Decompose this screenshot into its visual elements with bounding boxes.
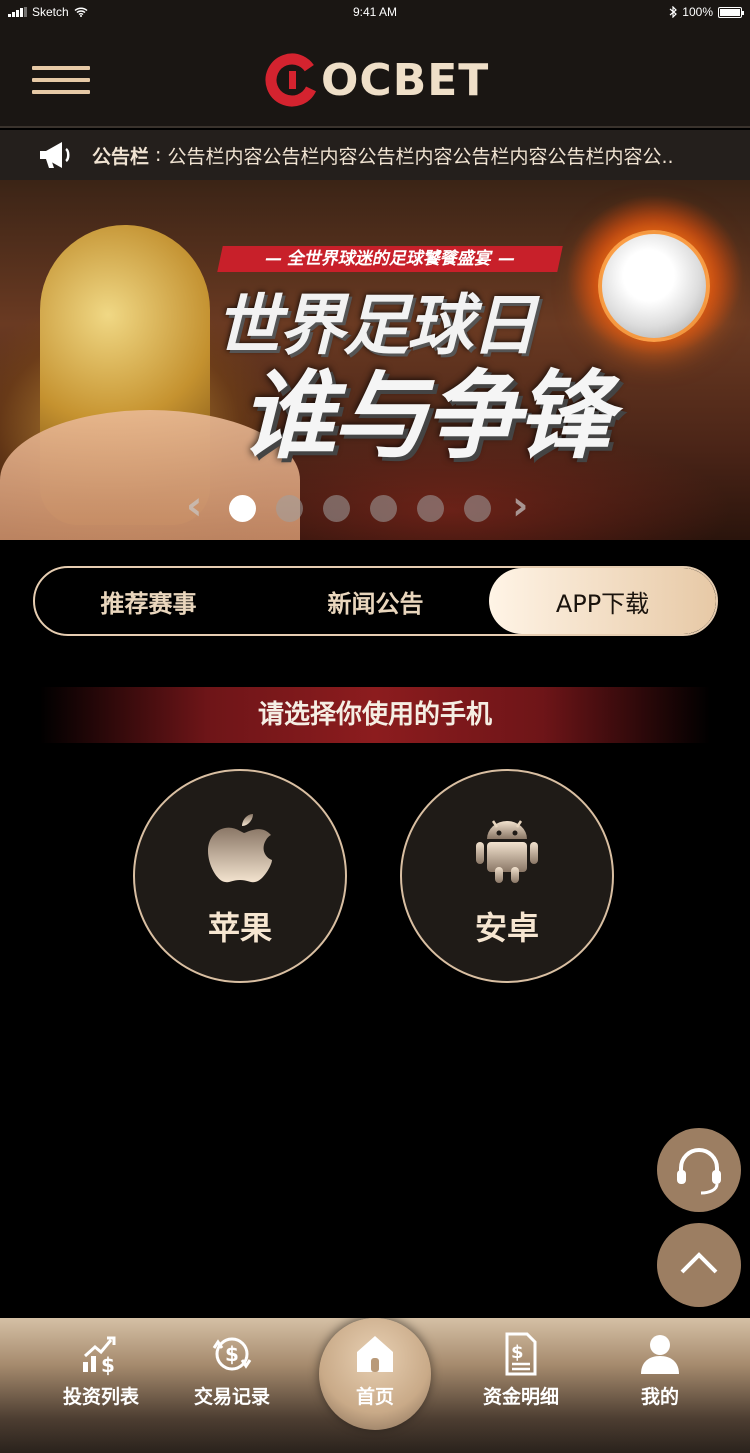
logo-c-mark [265,53,319,107]
banner-ribbon: — 全世界球迷的足球饕餮盛宴 — [217,246,563,272]
status-time: 9:41 AM [352,5,398,19]
nav-item-home[interactable]: 首页 [319,1318,431,1430]
status-bar: Sketch 9:41 AM 100% [0,0,750,26]
user-icon [641,1335,679,1374]
banner-pagination [229,495,491,522]
banner-dot[interactable] [370,495,397,522]
nav-item-transactions[interactable]: $ 交易记录 [167,1332,297,1442]
status-bar-right: 100% [669,5,744,19]
customer-service-button[interactable] [657,1128,741,1212]
menu-button[interactable] [32,66,90,96]
document-dollar-icon: $ [505,1332,537,1376]
content-tabs: 推荐赛事 新闻公告 APP下载 [33,566,718,636]
nav-item-mine[interactable]: 我的 [595,1332,725,1442]
notice-separator: : [149,144,168,166]
app-header: OCBET [0,26,750,128]
back-to-top-button[interactable] [657,1223,741,1307]
nav-item-investment-list[interactable]: $ 投资列表 [36,1332,166,1442]
android-icon [476,820,538,883]
svg-text:$: $ [225,1342,239,1366]
svg-text:$: $ [511,1342,524,1363]
apple-download-button[interactable]: 苹果 [133,769,347,983]
nav-item-funds-detail[interactable]: $ 资金明细 [456,1332,586,1442]
tab-recommended-matches[interactable]: 推荐赛事 [35,568,262,634]
headset-icon [677,1148,721,1195]
android-label: 安卓 [474,909,539,947]
home-icon [357,1336,393,1372]
banner-title-line2: 谁与争锋 [240,360,612,472]
choose-phone-heading: 请选择你使用的手机 [40,687,710,743]
tab-app-download[interactable]: APP下载 [489,568,716,634]
banner-next-arrow-icon[interactable]: › [512,486,536,526]
banner-dot[interactable] [276,495,303,522]
svg-text:$: $ [101,1353,115,1376]
banner-dot[interactable] [464,495,491,522]
nav-label: 交易记录 [193,1386,270,1408]
banner-dot[interactable] [417,495,444,522]
nav-label: 我的 [640,1386,679,1408]
chart-dollar-icon: $ [83,1336,116,1376]
battery-percent: 100% [682,5,713,19]
logo-text: OCBET [321,54,490,106]
flaming-soccer-ball-image [598,230,710,342]
brand-logo[interactable]: OCBET [265,53,490,107]
notice-label: 公告栏 [92,145,150,168]
apple-icon [208,814,272,883]
banner-dot[interactable] [323,495,350,522]
nav-label: 资金明细 [482,1386,559,1408]
battery-icon [718,6,744,18]
banner-prev-arrow-icon[interactable]: ‹ [186,486,210,526]
android-download-button[interactable]: 安卓 [400,769,614,983]
megaphone-icon [40,142,70,168]
apple-label: 苹果 [207,909,272,947]
tab-news[interactable]: 新闻公告 [262,568,489,634]
notice-bar[interactable]: 公告栏 : 公告栏内容公告栏内容公告栏内容公告栏内容公告栏内容公.. [0,130,750,180]
notice-text: 公告栏内容公告栏内容公告栏内容公告栏内容公告栏内容公.. [167,145,674,168]
nav-label: 首页 [355,1386,394,1408]
exchange-dollar-icon: $ [212,1337,252,1371]
bluetooth-icon [669,6,678,18]
nav-label: 投资列表 [62,1386,139,1408]
chevron-up-icon [680,1252,718,1274]
app-page: Sketch 9:41 AM 100% OCBET 公告栏: 公告栏内容公告栏… [0,0,750,1453]
banner-dot[interactable] [229,495,256,522]
promo-banner[interactable]: — 全世界球迷的足球饕餮盛宴 — 世界足球日 谁与争锋 ‹ › [0,180,750,540]
